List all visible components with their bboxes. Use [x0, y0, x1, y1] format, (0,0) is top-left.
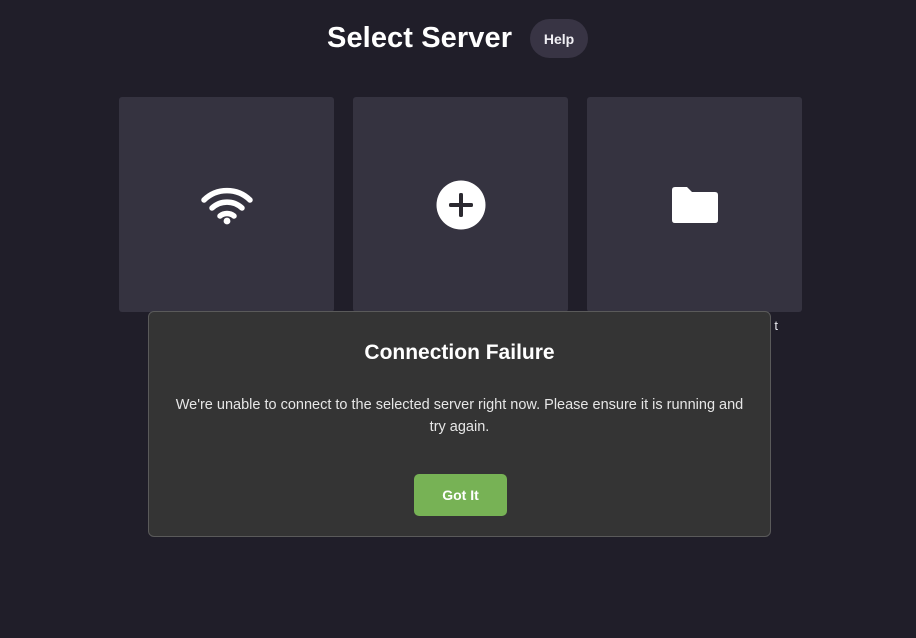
dialog-title: Connection Failure — [364, 341, 555, 364]
connection-failure-dialog: Connection Failure We're unable to conne… — [148, 311, 771, 537]
server-tile-add[interactable] — [353, 97, 568, 312]
server-tile-browse[interactable] — [587, 97, 802, 312]
folder-icon — [671, 186, 718, 223]
page-title: Select Server — [327, 22, 513, 54]
select-server-screen: Select Server Help t Connection Failure … — [0, 0, 916, 638]
wifi-icon — [200, 187, 253, 224]
help-button[interactable]: Help — [530, 19, 588, 58]
server-tile-network[interactable] — [119, 97, 334, 312]
dialog-message: We're unable to connect to the selected … — [175, 397, 744, 435]
header: Select Server Help — [0, 18, 916, 58]
plus-circle-icon — [436, 180, 485, 229]
got-it-button[interactable]: Got It — [414, 474, 507, 516]
